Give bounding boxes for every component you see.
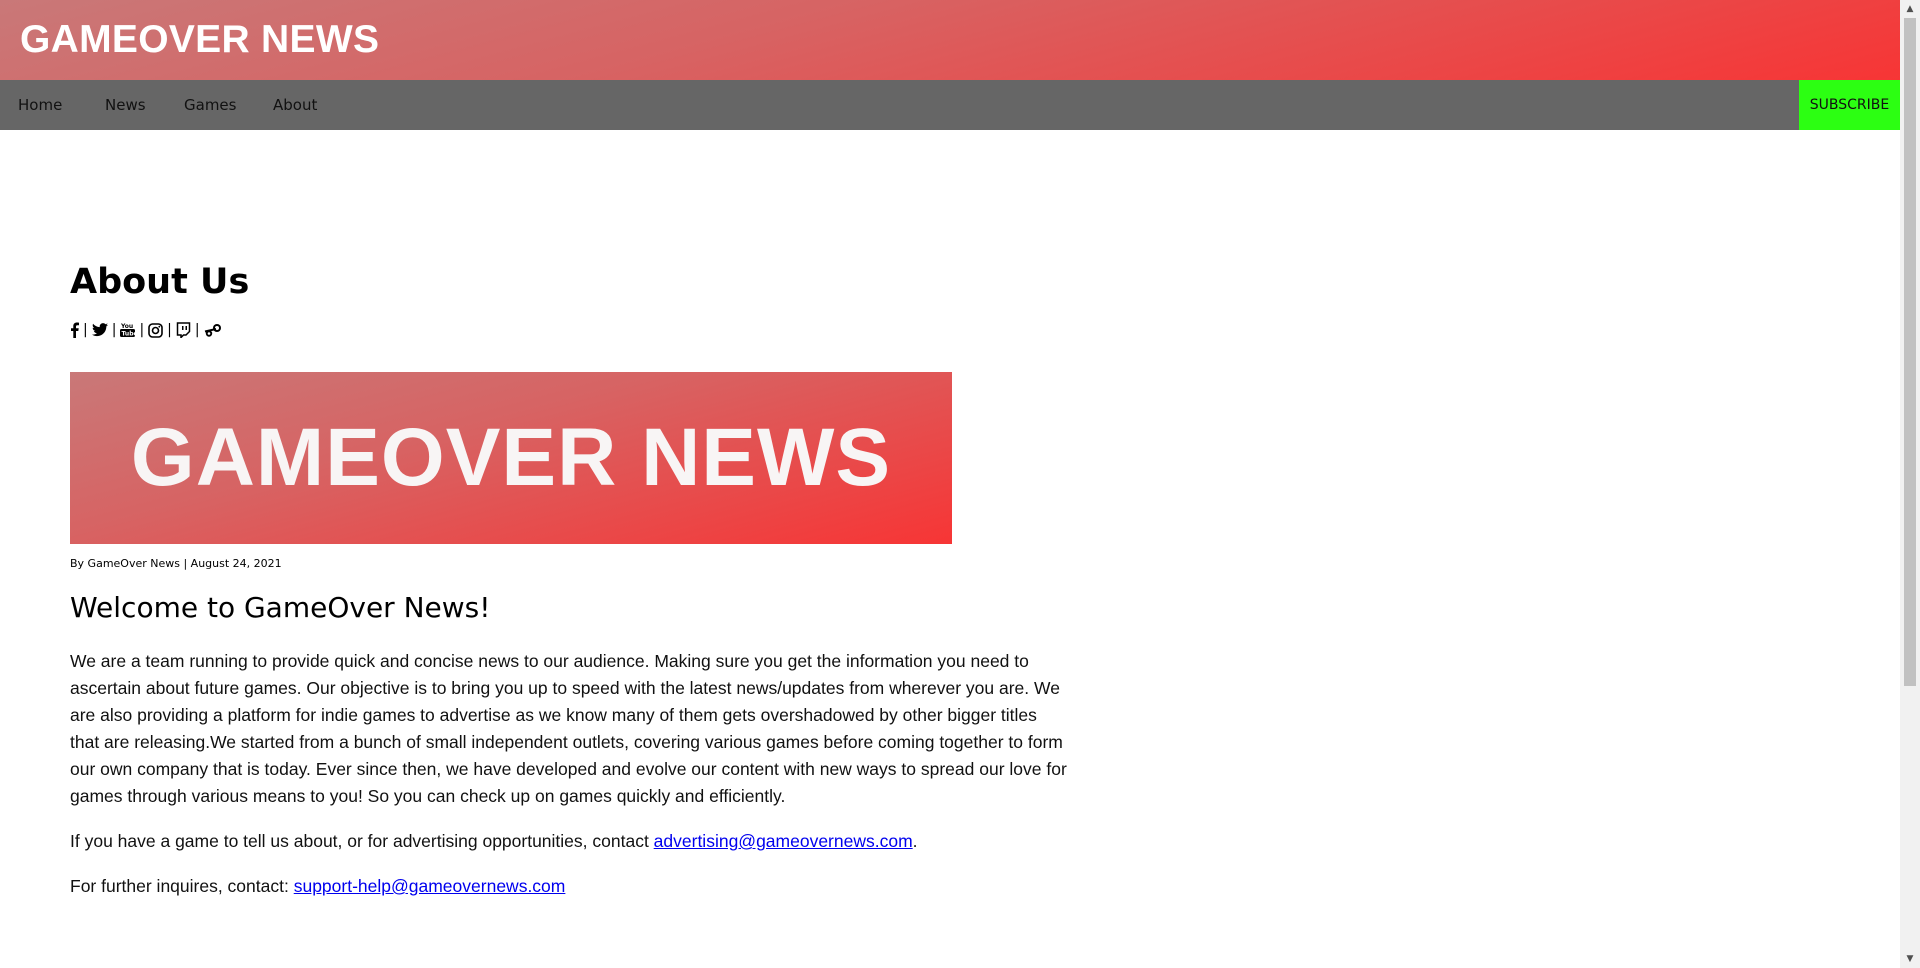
social-separator: | [83, 322, 88, 338]
instagram-icon[interactable] [148, 322, 163, 338]
page-title: About Us [70, 262, 250, 302]
svg-text:Tube: Tube [122, 331, 136, 338]
nav-item-news[interactable]: News [105, 80, 146, 130]
facebook-icon[interactable] [70, 322, 79, 338]
nav-item-games[interactable]: Games [184, 80, 236, 130]
social-separator: | [111, 322, 117, 338]
section-heading: Welcome to GameOver News! [70, 591, 491, 624]
site-header: GAMEOVER NEWS [0, 0, 1900, 80]
subscribe-button[interactable]: SUBSCRIBE [1799, 80, 1900, 130]
svg-text:You: You [120, 323, 133, 330]
main-nav: Home News Games About SUBSCRIBE [0, 80, 1900, 130]
scroll-up-arrow-icon[interactable]: ▲ [1900, 0, 1920, 18]
advertising-suffix: . [912, 831, 918, 851]
scroll-down-arrow-icon[interactable]: ▼ [1900, 950, 1920, 968]
support-paragraph: For further inquires, contact: support-h… [70, 873, 1070, 900]
social-separator: | [167, 322, 172, 338]
twitch-icon[interactable] [176, 322, 191, 338]
twitter-icon[interactable] [91, 323, 108, 337]
social-separator: | [139, 322, 145, 338]
advertising-paragraph: If you have a game to tell us about, or … [70, 828, 1070, 855]
support-email-link[interactable]: support-help@gameovernews.com [294, 876, 566, 896]
banner-logo-text: GAMEOVER NEWS [130, 412, 892, 503]
support-text: For further inquires, contact: [70, 876, 294, 896]
advertising-text: If you have a game to tell us about, or … [70, 831, 654, 851]
nav-item-home[interactable]: Home [18, 80, 62, 130]
social-separator: | [194, 322, 200, 338]
nav-item-about[interactable]: About [273, 80, 317, 130]
site-title: GAMEOVER NEWS [20, 18, 380, 61]
advertising-email-link[interactable]: advertising@gameovernews.com [654, 831, 913, 851]
youtube-icon[interactable]: You Tube [120, 322, 136, 338]
banner-image: GAMEOVER NEWS [70, 372, 952, 544]
about-paragraph: We are a team running to provide quick a… [70, 651, 1067, 806]
scrollbar-thumb[interactable] [1904, 18, 1916, 686]
social-links: | | You Tube | | | [70, 319, 222, 341]
steam-icon[interactable] [204, 323, 222, 338]
byline: By GameOver News | August 24, 2021 [70, 557, 282, 570]
vertical-scrollbar[interactable]: ▲ ▼ [1900, 0, 1920, 968]
